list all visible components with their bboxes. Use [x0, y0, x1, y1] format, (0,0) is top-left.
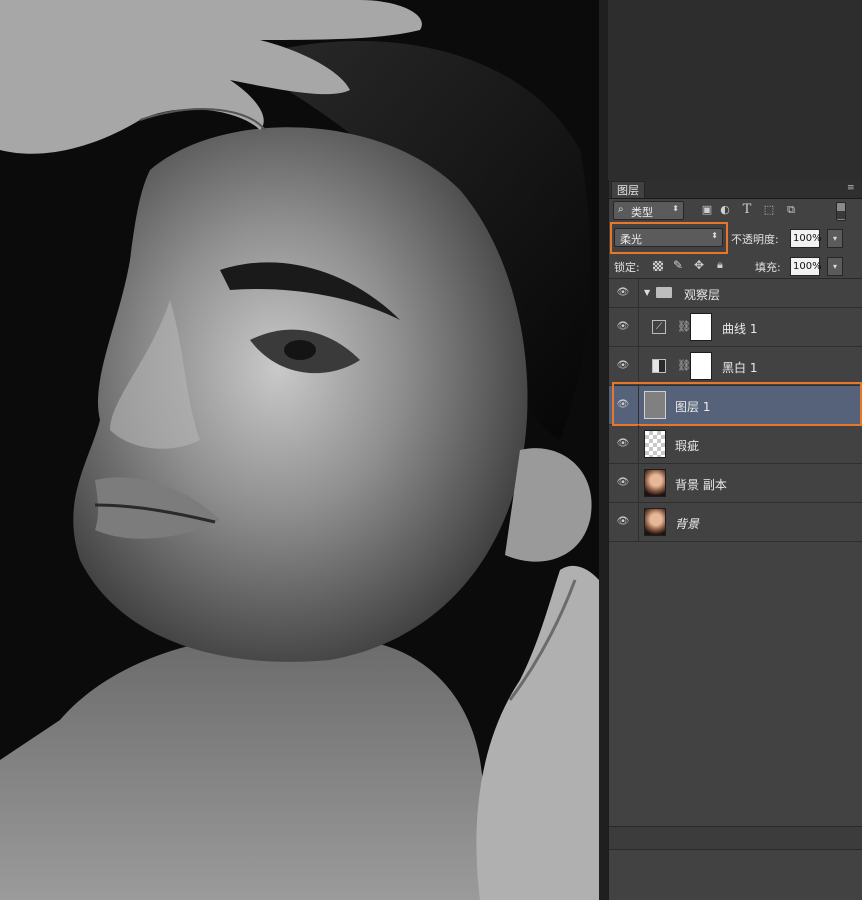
layer-name: 黑白 1: [722, 361, 758, 375]
panel-menu-icon[interactable]: ≡: [847, 183, 857, 193]
lock-transparent-pixels-icon[interactable]: [653, 261, 663, 271]
layer-row-curves[interactable]: 👁︎ ⟋ ⛓︎ 曲线 1: [609, 308, 862, 347]
shape-filter-icon[interactable]: ⬚: [761, 202, 777, 218]
type-filter-icon[interactable]: T: [739, 202, 755, 218]
layer-name: 曲线 1: [722, 322, 758, 336]
black-white-adjustment-icon: [652, 359, 666, 373]
disclosure-triangle-icon[interactable]: ▼: [644, 288, 650, 297]
layer-name: 背景 副本: [675, 478, 727, 492]
fill-dropdown-button[interactable]: ▾: [827, 257, 843, 276]
opacity-input[interactable]: 100%: [790, 229, 822, 248]
layer-row-black-white[interactable]: 👁︎ ⛓︎ 黑白 1: [609, 347, 862, 386]
visibility-eye-icon[interactable]: 👁︎: [615, 320, 631, 334]
updown-arrow-icon: ⬍: [672, 204, 679, 213]
layer-name: 瑕疵: [675, 439, 700, 453]
layer-thumbnail[interactable]: [644, 508, 666, 536]
layer-mask-thumbnail[interactable]: [690, 313, 712, 341]
layer-name: 观察层: [684, 288, 721, 302]
mask-link-icon[interactable]: ⛓︎: [677, 359, 691, 372]
layer-filter-label: 类型: [631, 206, 653, 219]
lock-position-icon[interactable]: ✥: [694, 258, 704, 272]
mask-link-icon[interactable]: ⛓︎: [677, 320, 691, 333]
fill-input[interactable]: 100%: [790, 257, 822, 276]
panel-bottom-bar: [609, 826, 862, 850]
visibility-eye-icon[interactable]: 👁︎: [615, 515, 631, 529]
visibility-eye-icon[interactable]: 👁︎: [615, 476, 631, 490]
canvas-divider: [599, 0, 608, 900]
layers-list: 👁︎ ▼ 观察层 👁︎ ⟋ ⛓︎ 曲线 1 👁︎ ⛓︎ 黑白 1 👁︎ 图层 1…: [609, 278, 862, 827]
blend-mode-value: 柔光: [620, 233, 642, 246]
opacity-dropdown-button[interactable]: ▾: [827, 229, 843, 248]
tab-layers[interactable]: 图层: [611, 181, 645, 198]
layer-mask-thumbnail[interactable]: [690, 352, 712, 380]
layer-thumbnail[interactable]: [644, 430, 666, 458]
layer-filter-select[interactable]: ⌕ 类型 ⬍: [613, 201, 684, 220]
image-filter-icon[interactable]: ▣: [699, 202, 715, 218]
updown-arrow-icon: ⬍: [711, 231, 718, 240]
layer-name: 图层 1: [675, 400, 711, 414]
panel-tabbar: 图层 ≡: [609, 180, 862, 199]
adjustment-filter-icon[interactable]: ◐: [717, 202, 733, 218]
search-icon: ⌕: [618, 204, 624, 215]
portrait-photo: [0, 0, 599, 900]
visibility-eye-icon[interactable]: 👁︎: [615, 359, 631, 373]
layer-row-background-copy[interactable]: 👁︎ 背景 副本: [609, 464, 862, 503]
layer-thumbnail[interactable]: [644, 391, 666, 419]
visibility-eye-icon[interactable]: 👁︎: [615, 398, 631, 412]
layer-name: 背景: [675, 517, 700, 531]
layer-row-background[interactable]: 👁︎ 背景: [609, 503, 862, 542]
layers-panel: 图层 ≡ ⌕ 类型 ⬍ ▣ ◐ T ⬚ ⧉ 柔光 ⬍ 不透明度: 100% ▾: [608, 180, 862, 900]
lock-all-icon[interactable]: 🔒︎: [717, 258, 723, 272]
lock-image-pixels-icon[interactable]: ✎: [673, 258, 683, 272]
fill-label: 填充:: [755, 261, 781, 274]
smart-object-filter-icon[interactable]: ⧉: [783, 202, 799, 218]
layer-thumbnail[interactable]: [644, 469, 666, 497]
blend-mode-select[interactable]: 柔光 ⬍: [614, 228, 723, 247]
layer-row-flaws[interactable]: 👁︎ 瑕疵: [609, 425, 862, 464]
curves-adjustment-icon: ⟋: [652, 320, 666, 334]
opacity-label: 不透明度:: [731, 233, 779, 246]
document-canvas[interactable]: [0, 0, 599, 900]
filter-toggle-icon[interactable]: [836, 202, 846, 221]
visibility-eye-icon[interactable]: 👁︎: [615, 437, 631, 451]
layer-row-group[interactable]: 👁︎ ▼ 观察层: [609, 279, 862, 308]
lock-label: 锁定:: [614, 261, 640, 274]
folder-icon: [656, 287, 672, 298]
layer-row-layer1[interactable]: 👁︎ 图层 1: [609, 386, 862, 425]
visibility-eye-icon[interactable]: 👁︎: [615, 286, 631, 300]
